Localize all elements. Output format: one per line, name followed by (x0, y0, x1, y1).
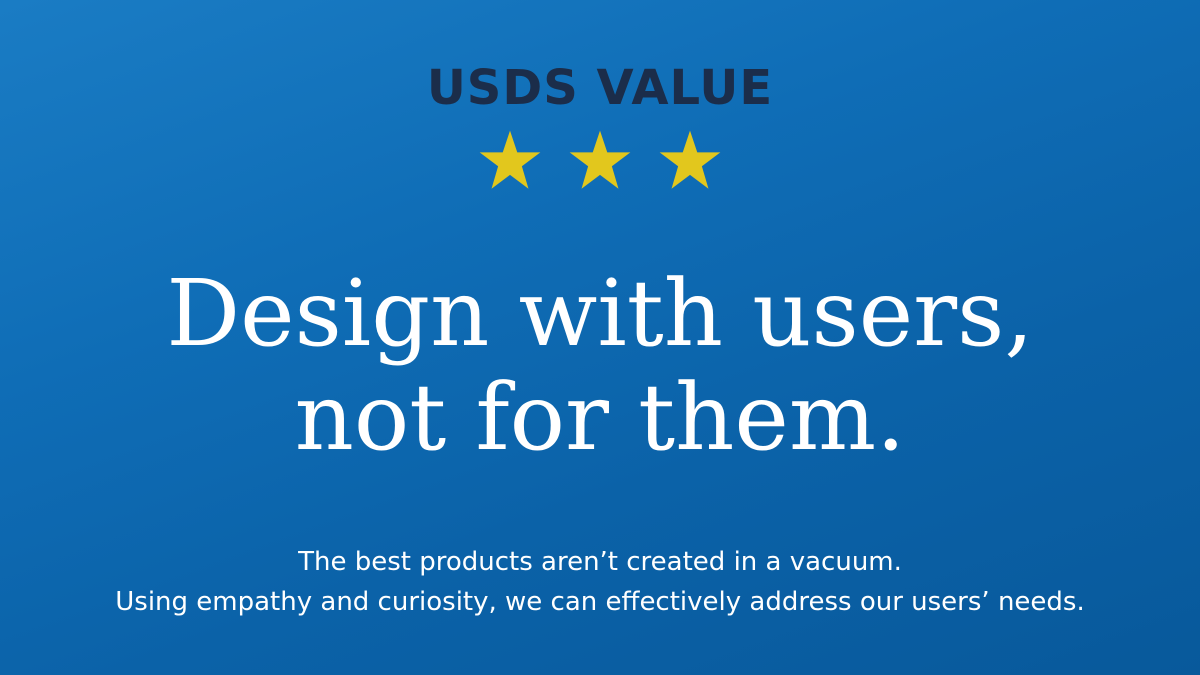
value-card: USDS VALUE Design with users, not for th… (0, 0, 1200, 675)
body-line: Using empathy and curiosity, we can effe… (115, 587, 1085, 617)
star-icon (659, 130, 721, 189)
body-text: The best products aren’t created in a va… (0, 542, 1200, 622)
headline-line: Design with users, (166, 260, 1034, 367)
headline: Design with users, not for them. (0, 262, 1200, 470)
star-icon (479, 130, 541, 189)
headline-line: not for them. (294, 364, 906, 471)
eyebrow-title: USDS VALUE (426, 60, 774, 116)
stars-row (0, 128, 1200, 194)
body-line: The best products aren’t created in a va… (298, 547, 902, 577)
star-icon (569, 130, 631, 189)
